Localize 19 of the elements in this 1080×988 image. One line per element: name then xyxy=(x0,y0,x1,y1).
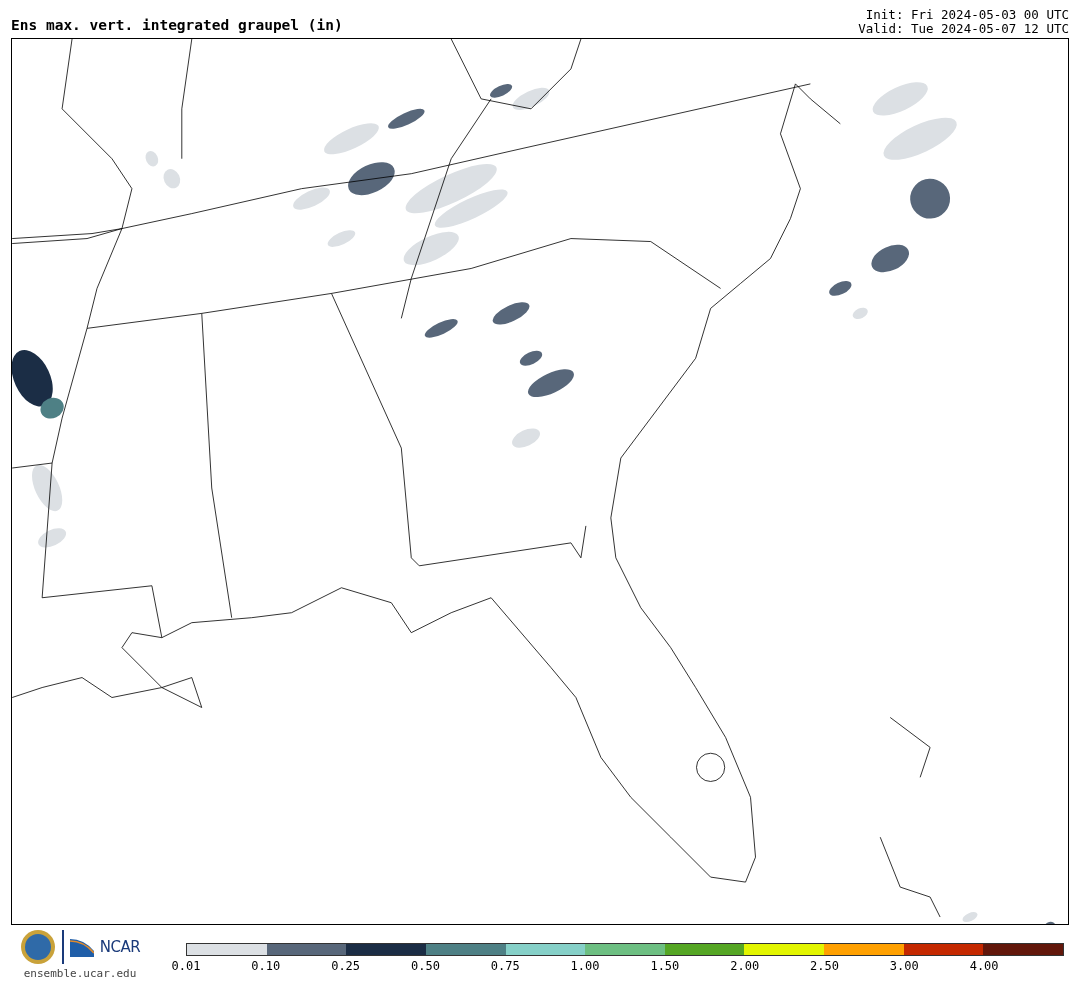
tick-label: 2.50 xyxy=(810,959,839,973)
valid-time: Valid: Tue 2024-05-07 12 UTC xyxy=(858,22,1069,36)
tick-label: 1.00 xyxy=(570,959,600,973)
arc-logo-icon xyxy=(69,937,94,957)
logo-text: NCAR xyxy=(99,938,141,956)
tick-label: 2.00 xyxy=(730,959,760,973)
tick-label: 4.00 xyxy=(969,959,999,973)
tick-label: 0.50 xyxy=(411,959,440,973)
logo-divider xyxy=(61,930,64,964)
tick-label: 0.01 xyxy=(171,959,201,973)
site-url: ensemble.ucar.edu xyxy=(23,967,137,980)
tick-label: 0.75 xyxy=(490,959,520,973)
init-time: Init: Fri 2024-05-03 00 UTC xyxy=(865,8,1069,22)
tick-label: 0.25 xyxy=(331,959,361,973)
tick-label: 0.10 xyxy=(251,959,281,973)
tick-label: 3.00 xyxy=(889,959,919,973)
tick-label: 1.50 xyxy=(650,959,680,973)
seal-logo-icon xyxy=(19,929,56,965)
chart-title: Ens max. vert. integrated graupel (in) xyxy=(11,17,343,33)
